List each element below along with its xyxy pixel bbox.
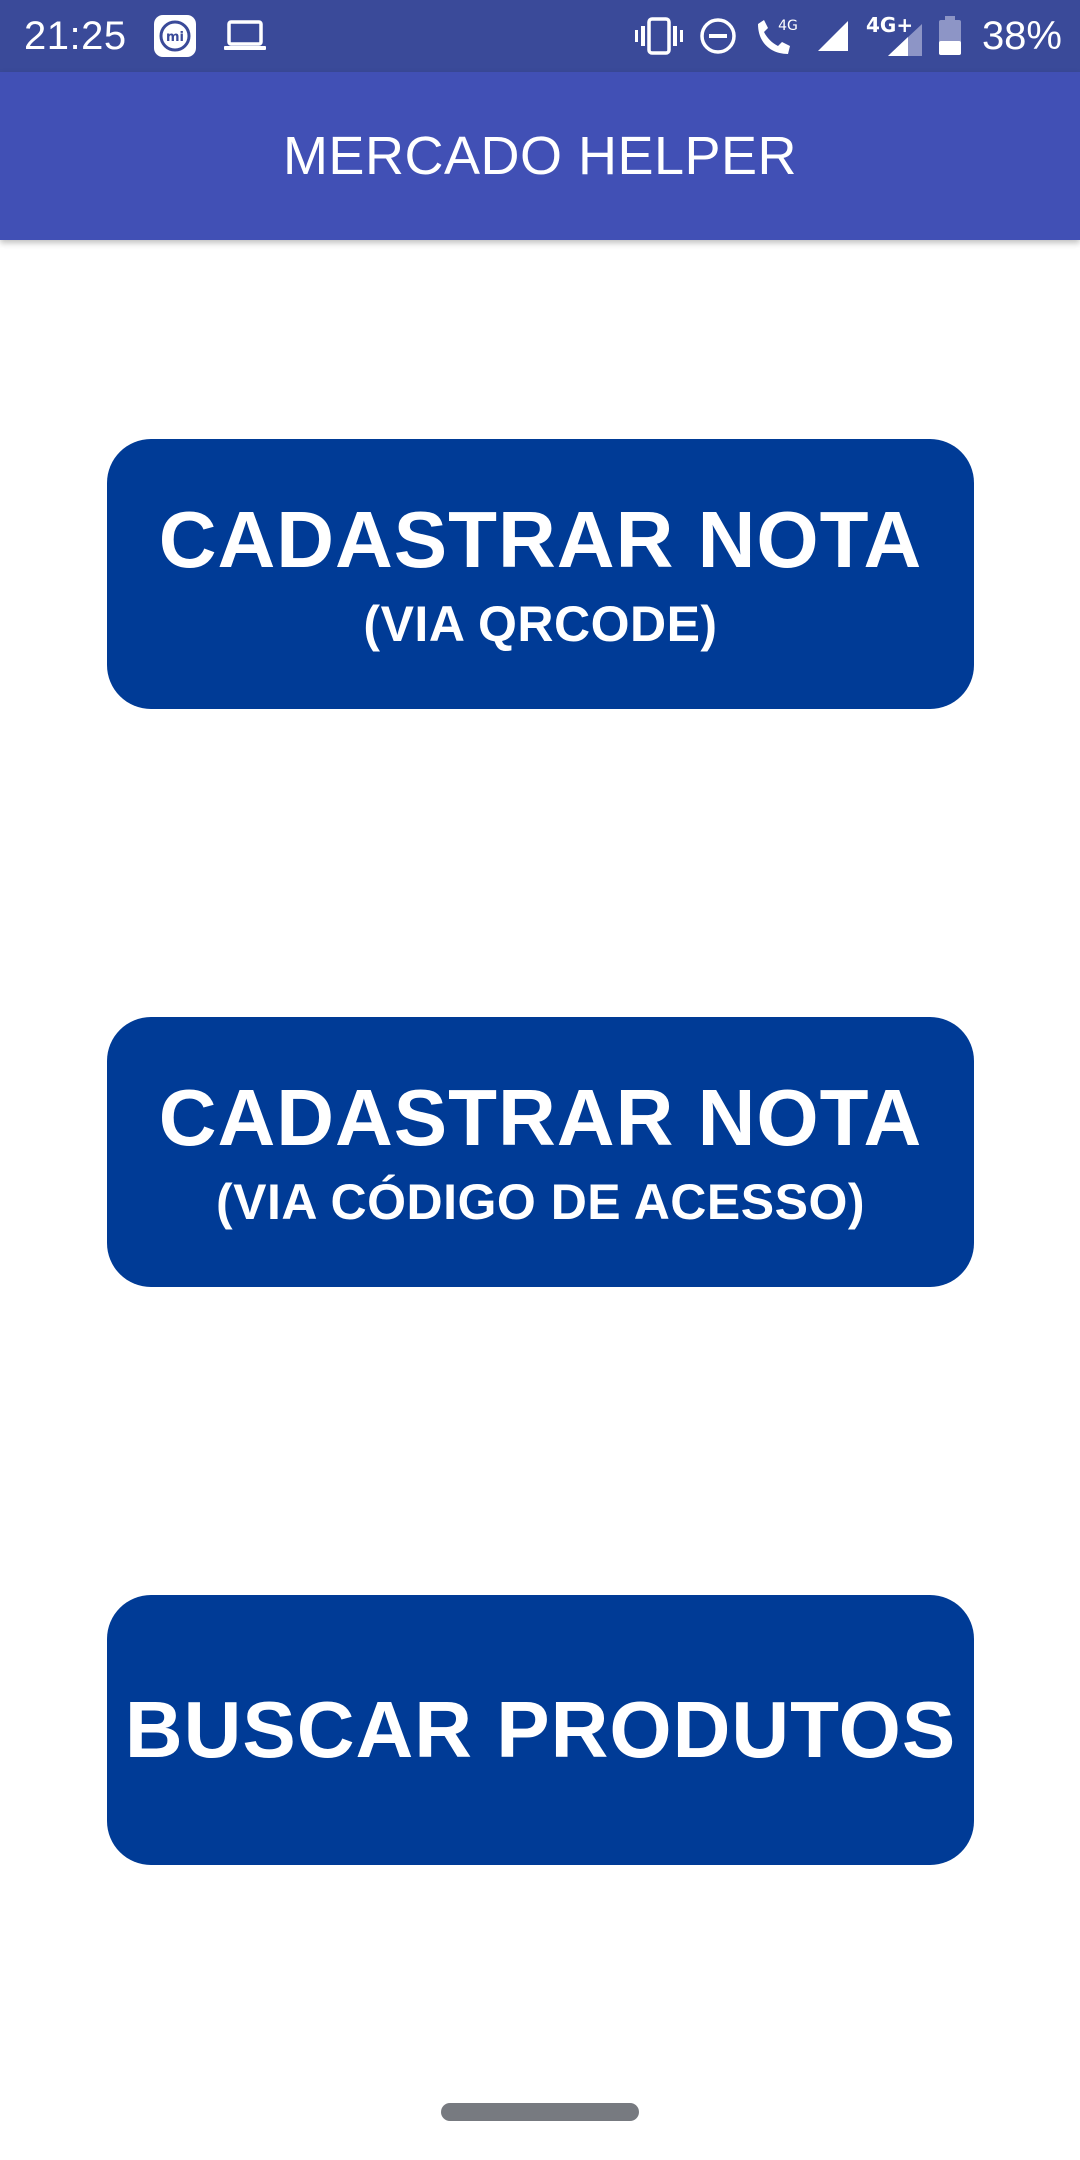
- signal-icon: 4G+: [864, 14, 924, 58]
- status-bar: 21:25 mi 4G 4G+ 38%: [0, 0, 1080, 72]
- button-title: CADASTRAR NOTA: [158, 495, 923, 584]
- status-right: 4G 4G+ 38%: [634, 0, 1062, 72]
- button-subtitle: (VIA QRCODE): [363, 596, 718, 652]
- call-network-label: 4G: [778, 18, 798, 34]
- app-title: MERCADO HELPER: [282, 126, 798, 186]
- status-time: 21:25: [24, 13, 127, 58]
- battery-icon: [938, 16, 962, 56]
- mi-icon: mi: [153, 14, 197, 58]
- signal-icon: [816, 19, 850, 53]
- volte-call-icon: 4G: [752, 14, 802, 58]
- search-products-button[interactable]: BUSCAR PRODUTOS: [107, 1595, 974, 1865]
- button-title: BUSCAR PRODUTOS: [124, 1685, 957, 1774]
- status-left: 21:25 mi: [24, 0, 267, 72]
- do-not-disturb-icon: [698, 16, 738, 56]
- register-note-qrcode-button[interactable]: CADASTRAR NOTA (VIA QRCODE): [107, 439, 974, 709]
- vibrate-icon: [634, 17, 684, 55]
- app-bar: MERCADO HELPER: [0, 72, 1080, 240]
- gesture-nav-handle[interactable]: [441, 2103, 639, 2121]
- laptop-icon: [223, 19, 267, 53]
- svg-text:mi: mi: [166, 30, 184, 45]
- network-label: 4G+: [866, 14, 913, 37]
- button-subtitle: (VIA CÓDIGO DE ACESSO): [215, 1174, 865, 1230]
- battery-percent: 38%: [981, 13, 1062, 58]
- button-title: CADASTRAR NOTA: [158, 1073, 923, 1162]
- register-note-access-code-button[interactable]: CADASTRAR NOTA (VIA CÓDIGO DE ACESSO): [107, 1017, 974, 1287]
